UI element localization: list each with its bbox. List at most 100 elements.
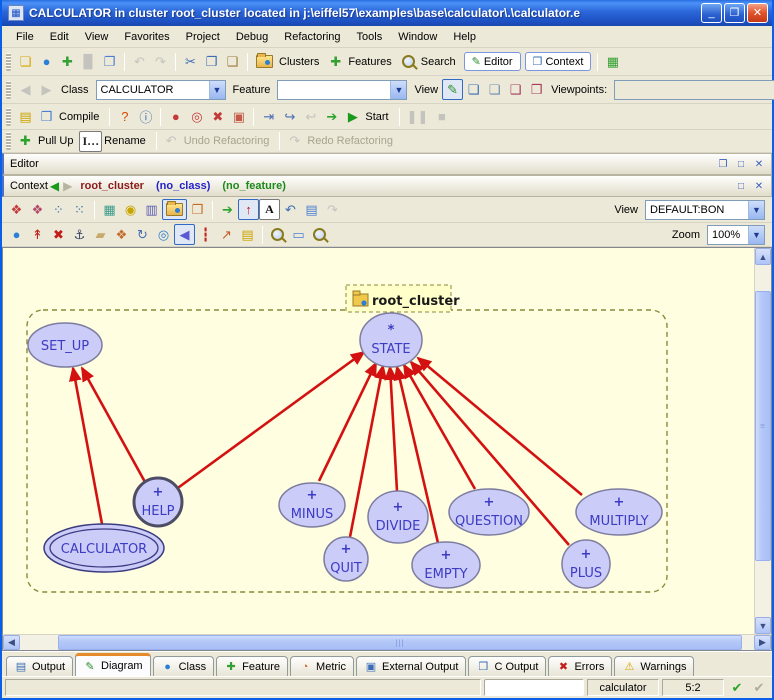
fit-to-screen-icon[interactable]: ▭	[288, 224, 309, 245]
compile-icon[interactable]: ❒	[36, 106, 57, 127]
hscroll-thumb[interactable]: |||	[58, 635, 742, 650]
compile-button[interactable]: ❒Compile	[36, 106, 103, 127]
supplier-links-icon[interactable]: ⁘	[48, 199, 69, 220]
context-cluster[interactable]: root_cluster	[80, 180, 144, 192]
breakpoint-remove-icon[interactable]: ✖	[207, 106, 228, 127]
pull-up-button[interactable]: ✚Pull Up	[15, 131, 77, 152]
eraser-icon[interactable]: ▰	[90, 224, 111, 245]
unanchor-icon[interactable]: ⚓	[69, 224, 90, 245]
step-over-icon[interactable]: ↪	[279, 106, 300, 127]
menu-favorites[interactable]: Favorites	[116, 28, 177, 46]
redo-icon[interactable]: ↷	[150, 51, 171, 72]
crop-icon[interactable]: ◎	[153, 224, 174, 245]
inheritance-arrow-question-to-state[interactable]	[404, 365, 475, 489]
client-links-icon[interactable]: ⁙	[69, 199, 90, 220]
features-button[interactable]: ✚Features	[325, 51, 395, 72]
paste-icon[interactable]: ❑	[222, 51, 243, 72]
contract-view-icon[interactable]: ❑	[505, 79, 526, 100]
force-directed-icon[interactable]: ➔	[217, 199, 238, 220]
zoom-in-icon[interactable]	[267, 224, 288, 245]
class-ancestors-icon[interactable]: ❖	[27, 199, 48, 220]
clusters-icon[interactable]	[252, 51, 277, 72]
step-out-icon[interactable]: ↩	[300, 106, 321, 127]
zoom-combo[interactable]: 100%▼	[707, 225, 765, 245]
features-icon[interactable]: ✚	[325, 51, 346, 72]
tab-class[interactable]: ●Class	[153, 656, 215, 676]
menu-file[interactable]: File	[8, 28, 42, 46]
cluster-view-icon[interactable]	[162, 199, 187, 220]
open-project-icon[interactable]: ●	[36, 51, 57, 72]
maximize-pane-icon[interactable]: □	[733, 179, 749, 194]
class-node-calculator[interactable]: CALCULATOR	[44, 524, 164, 572]
add-class-icon[interactable]: ✚	[57, 51, 78, 72]
delete-tool-icon[interactable]: ✖	[48, 224, 69, 245]
editor-view-icon[interactable]: ✎	[442, 79, 463, 100]
uml-view-icon[interactable]: ▥	[141, 199, 162, 220]
undo-icon[interactable]: ↶	[129, 51, 150, 72]
class-node-help[interactable]: +HELP	[134, 478, 182, 526]
menu-help[interactable]: Help	[445, 28, 484, 46]
diagram-canvas[interactable]: root_clusterSET_UP*STATE+HELPCALCULATOR+…	[3, 248, 754, 634]
viewpoints-combo[interactable]: ▼	[614, 80, 774, 100]
flat-view-icon[interactable]: ❏	[463, 79, 484, 100]
run-no-stop-icon[interactable]: ➔	[321, 106, 342, 127]
project-settings-icon[interactable]: ▤	[15, 106, 36, 127]
inheritance-arrow-help-to-state[interactable]	[175, 352, 364, 490]
menu-debug[interactable]: Debug	[228, 28, 276, 46]
class-node-set_up[interactable]: SET_UP	[28, 323, 102, 367]
color-tool-icon[interactable]: ❖	[111, 224, 132, 245]
save-all-icon[interactable]: ❐	[99, 51, 120, 72]
inheritance-arrow-minus-to-state[interactable]	[319, 363, 376, 481]
vertical-scrollbar[interactable]: ▲ ≡ ▼	[754, 248, 771, 634]
class-node-state[interactable]: *STATE	[360, 313, 422, 367]
chevron-down-icon[interactable]: ▼	[209, 81, 225, 99]
menu-edit[interactable]: Edit	[42, 28, 77, 46]
clickable-view-icon[interactable]: ❏	[484, 79, 505, 100]
tab-metric[interactable]: ◔Metric	[290, 656, 354, 676]
minimize-button[interactable]: _	[701, 3, 722, 23]
save-all-state-icon[interactable]: ✔	[749, 679, 769, 696]
tab-errors[interactable]: ✖Errors	[548, 656, 612, 676]
save-state-icon[interactable]: ✔	[727, 679, 747, 696]
start-button[interactable]: ▶Start	[342, 106, 392, 127]
zoom-out-icon[interactable]	[309, 224, 330, 245]
export-png-icon[interactable]: ▦	[99, 199, 120, 220]
text-tool-icon[interactable]: A	[259, 199, 280, 220]
class-node-multiply[interactable]: +MULTIPLY	[576, 489, 662, 535]
breakpoint-enable-icon[interactable]: ●	[165, 106, 186, 127]
undo-refactoring-icon[interactable]: ↶	[161, 131, 182, 152]
context-toggle-button[interactable]: ❒Context	[525, 52, 592, 71]
copy-icon[interactable]: ❐	[201, 51, 222, 72]
stop-icon[interactable]: ■	[431, 106, 452, 127]
step-into-icon[interactable]: ⇥	[258, 106, 279, 127]
inheritance-arrow-calculator-to-set_up[interactable]	[73, 368, 102, 524]
class-node-plus[interactable]: +PLUS	[562, 540, 610, 588]
class-relations-icon[interactable]: ❖	[6, 199, 27, 220]
scroll-left-icon[interactable]: ◀	[3, 635, 20, 650]
compile-question-icon[interactable]: ?	[114, 106, 135, 127]
menu-view[interactable]: View	[77, 28, 117, 46]
rename-button[interactable]: I…Rename	[79, 131, 149, 152]
debug-window-icon[interactable]: ▣	[228, 106, 249, 127]
diagram-undo-icon[interactable]: ↶	[280, 199, 301, 220]
rename-icon[interactable]: I…	[79, 131, 102, 152]
new-document-icon[interactable]: ❏	[15, 51, 36, 72]
context-class[interactable]: (no_class)	[156, 180, 210, 192]
close-pane-icon[interactable]: ✕	[751, 157, 767, 172]
close-button[interactable]: ✕	[747, 3, 768, 23]
search-icon[interactable]	[398, 51, 419, 72]
tab-feature[interactable]: ✚Feature	[216, 656, 288, 676]
class-node-empty[interactable]: +EMPTY	[412, 542, 480, 588]
export-postscript-icon[interactable]: ◉	[120, 199, 141, 220]
inheritance-arrow-divide-to-state[interactable]	[390, 367, 397, 491]
tab-warnings[interactable]: ⚠Warnings	[614, 656, 694, 676]
menu-window[interactable]: Window	[390, 28, 445, 46]
align-dots-icon[interactable]: ┇	[195, 224, 216, 245]
context-back-icon[interactable]: ◀	[50, 179, 59, 193]
menu-refactoring[interactable]: Refactoring	[276, 28, 348, 46]
chevron-down-icon[interactable]: ▼	[748, 201, 764, 219]
class-combo[interactable]: CALCULATOR▼	[96, 80, 226, 100]
pull-up-icon[interactable]: ✚	[15, 131, 36, 152]
notes-icon[interactable]: ▤	[237, 224, 258, 245]
tab-c-output[interactable]: ❒C Output	[468, 656, 546, 676]
